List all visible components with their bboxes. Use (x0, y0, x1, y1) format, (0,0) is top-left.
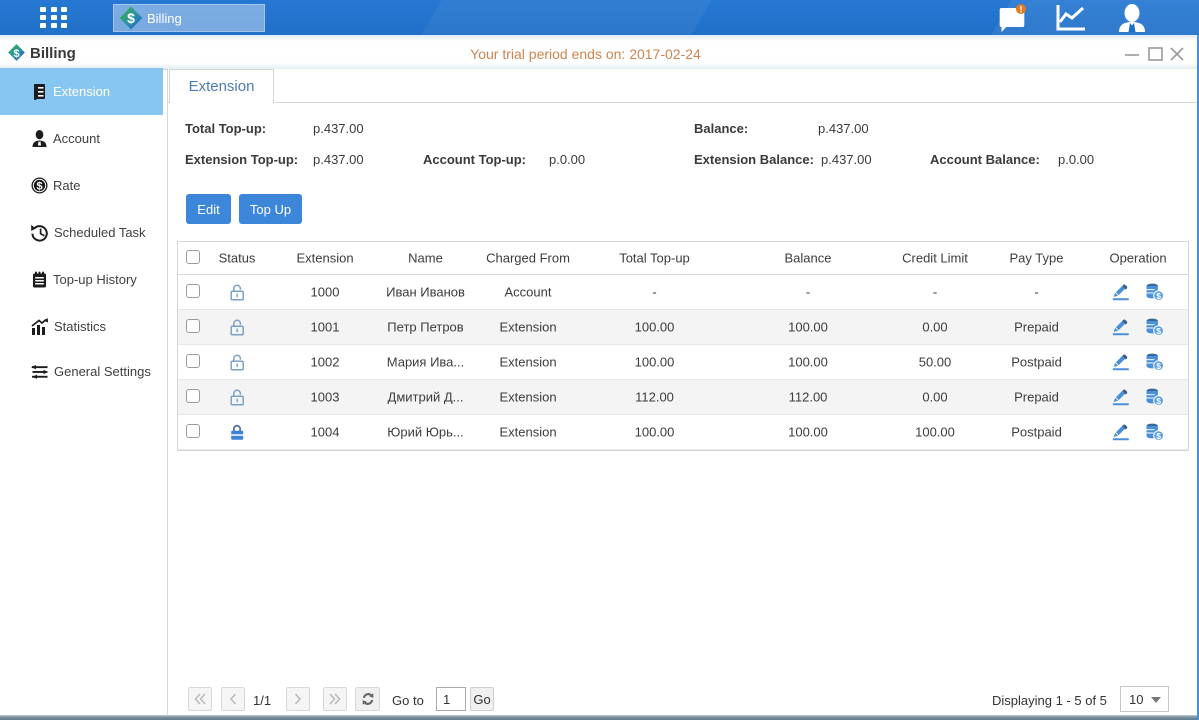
svg-text:$: $ (1156, 291, 1161, 301)
svg-text:$: $ (1156, 396, 1161, 406)
svg-text:!: ! (1020, 5, 1023, 15)
svg-text:$: $ (127, 10, 135, 26)
svg-text:$: $ (36, 181, 42, 193)
svg-text:$: $ (1156, 361, 1161, 371)
svg-text:$: $ (1156, 431, 1161, 441)
svg-text:$: $ (1156, 326, 1161, 336)
